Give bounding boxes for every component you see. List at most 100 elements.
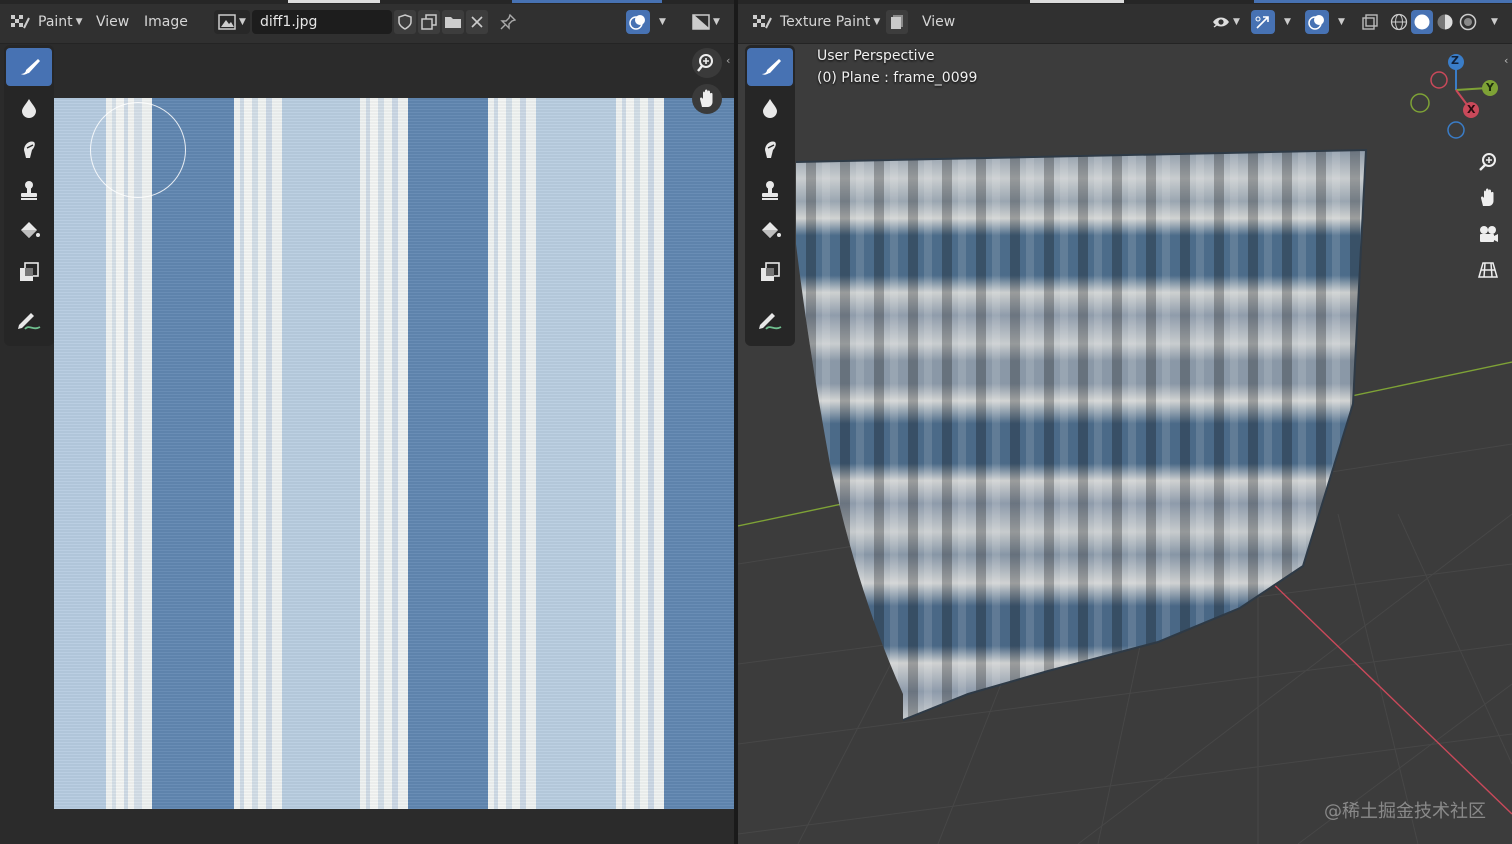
stamp-icon: [762, 181, 778, 200]
watermark-text: @稀土掘金技术社区: [1324, 801, 1486, 822]
tool-clone-brush[interactable]: [6, 171, 52, 209]
tool-fill-brush[interactable]: [6, 212, 52, 250]
tool-clone-brush[interactable]: [747, 171, 793, 209]
view-name-label: User Perspective: [817, 48, 935, 64]
mask-mode-button[interactable]: [886, 10, 908, 34]
chevron-down-icon: ▼: [1233, 17, 1240, 27]
zoom-icon: [697, 54, 713, 72]
image-name: diff1.jpg: [260, 14, 318, 30]
area-top-strip: [0, 0, 734, 4]
hand-icon: [700, 89, 713, 107]
3d-viewport[interactable]: [738, 44, 1512, 844]
chevron-down-icon: ▼: [1284, 17, 1291, 27]
tool-draw-brush[interactable]: [6, 48, 52, 86]
tool-annotate[interactable]: [747, 302, 793, 340]
gizmo-dropdown[interactable]: ▼: [1277, 10, 1295, 34]
toolbar-separator: [6, 294, 52, 302]
tool-smear-brush[interactable]: [6, 130, 52, 168]
rendered-sphere-icon: [1459, 13, 1477, 31]
tool-mask-brush[interactable]: [6, 253, 52, 291]
viewport-scene: [738, 148, 1512, 844]
gizmo-toggle[interactable]: [1251, 10, 1275, 34]
brush-icon: [762, 59, 781, 75]
paint-mode-icon: [11, 15, 30, 29]
brush-icon: [21, 59, 40, 75]
interaction-mode-dropdown[interactable]: Texture Paint ▼: [748, 10, 884, 34]
shield-icon: [398, 14, 412, 30]
menu-view[interactable]: View: [92, 10, 133, 34]
pin-button[interactable]: [496, 10, 520, 34]
pan-button[interactable]: [692, 84, 722, 114]
image-editor-toolbar: [4, 45, 54, 346]
tool-soften-brush[interactable]: [747, 89, 793, 127]
menu-image[interactable]: Image: [140, 10, 192, 34]
zoom-button[interactable]: [692, 48, 722, 78]
editor-mode-label: Paint: [38, 14, 73, 30]
menu-view[interactable]: View: [918, 10, 959, 34]
close-icon: [471, 16, 483, 28]
projection-toggle-button[interactable]: [1473, 255, 1503, 285]
gizmo-y-label: Y: [1486, 81, 1494, 94]
editor-mode-dropdown[interactable]: Paint ▼: [6, 10, 87, 34]
gizmo-z-label: Z: [1451, 54, 1459, 67]
shading-rendered[interactable]: [1457, 10, 1479, 34]
shading-dropdown[interactable]: ▼: [1484, 10, 1502, 34]
material-sphere-icon: [1437, 14, 1453, 30]
shading-solid[interactable]: [1411, 10, 1433, 34]
overlays-icon: [629, 15, 645, 30]
viewport-pan-button[interactable]: [1473, 183, 1503, 213]
new-image-button[interactable]: [418, 10, 440, 34]
image-editor-header: Paint ▼ View Image ▼ diff1.jpg ▼ ▼: [0, 0, 734, 44]
image-name-field[interactable]: diff1.jpg: [252, 10, 392, 34]
duplicate-icon: [421, 14, 437, 30]
tool-annotate[interactable]: [6, 302, 52, 340]
toolbar-separator: [747, 294, 793, 302]
chevron-down-icon: ▼: [1338, 17, 1345, 27]
texture-image[interactable]: [54, 98, 734, 809]
chevron-down-icon: ▼: [713, 17, 720, 27]
drop-icon: [22, 99, 36, 118]
fake-user-button[interactable]: [394, 10, 416, 34]
shading-wireframe[interactable]: [1388, 10, 1410, 34]
display-channels-dropdown[interactable]: ▼: [688, 10, 724, 34]
xray-icon: [1362, 14, 1378, 30]
drop-icon: [763, 99, 777, 118]
shading-material[interactable]: [1434, 10, 1456, 34]
viewport-overlays-dropdown[interactable]: ▼: [1331, 10, 1349, 34]
overlays-toggle[interactable]: [626, 10, 650, 34]
collapse-sidebar-arrow[interactable]: ‹: [726, 54, 730, 67]
viewport-zoom-button[interactable]: [1473, 147, 1503, 177]
zoom-icon: [1479, 153, 1496, 171]
navigation-gizmo[interactable]: Z Y X: [1404, 48, 1508, 144]
tool-mask-brush[interactable]: [747, 253, 793, 291]
tool-fill-brush[interactable]: [747, 212, 793, 250]
visibility-dropdown[interactable]: ▼: [1208, 10, 1244, 34]
viewport-toolbar: [745, 45, 795, 346]
tool-smear-brush[interactable]: [747, 130, 793, 168]
eye-icon: [1213, 17, 1230, 28]
camera-view-button[interactable]: [1473, 219, 1503, 249]
face-mask-icon: [891, 15, 903, 29]
mask-icon: [20, 262, 39, 281]
object-info-label: (0) Plane : frame_0099: [817, 70, 978, 86]
chevron-down-icon: ▼: [659, 17, 666, 27]
unlink-image-button[interactable]: [466, 10, 488, 34]
tool-draw-brush[interactable]: [747, 48, 793, 86]
tool-soften-brush[interactable]: [6, 89, 52, 127]
chevron-down-icon: ▼: [873, 17, 881, 27]
channels-icon: [692, 14, 710, 30]
gizmo-icon: [1255, 16, 1269, 29]
bucket-icon: [21, 222, 40, 238]
viewport-overlays-toggle[interactable]: [1305, 10, 1329, 34]
sidebar-toggle-arrow[interactable]: ‹: [1504, 54, 1508, 67]
xray-toggle[interactable]: [1358, 10, 1382, 34]
overlays-dropdown[interactable]: ▼: [652, 10, 670, 34]
chevron-down-icon: ▼: [1491, 17, 1498, 27]
stamp-icon: [21, 181, 37, 200]
folder-icon: [445, 17, 461, 28]
overlays-icon: [1308, 15, 1324, 30]
image-browse-button[interactable]: ▼: [214, 10, 250, 34]
open-image-button[interactable]: [442, 10, 464, 34]
gizmo-x-label: X: [1467, 103, 1476, 116]
smear-icon: [765, 141, 776, 158]
